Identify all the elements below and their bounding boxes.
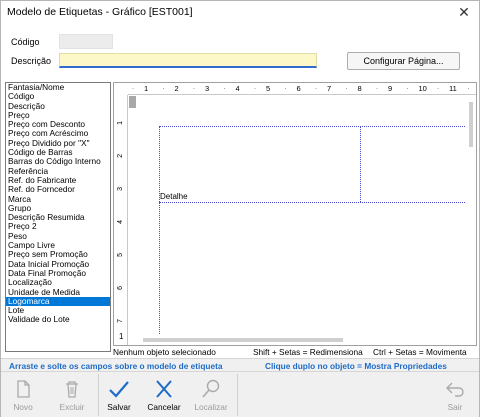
excluir-label: Excluir [59,402,85,412]
ruler-tick-label: 7 [117,319,124,323]
vertical-scrollbar[interactable] [466,96,476,324]
close-icon[interactable]: ✕ [455,3,473,21]
ruler-tick-label: 8 [357,84,362,93]
band-marker [129,96,136,108]
ruler-mark: · [406,86,409,92]
drag-hint: Arraste e solte os campos sobre o modelo… [9,361,223,371]
checkmark-icon [109,381,129,398]
cancel-x-icon [156,380,172,398]
dblclick-hint: Clique duplo no objeto = Mostra Propried… [265,361,447,371]
cancelar-label: Cancelar [147,402,181,412]
ruler-mark: · [467,86,470,92]
fields-list[interactable]: Fantasia/Nome Código Descrição Preço Preço c… [5,82,111,352]
band-bottom-line [159,202,476,203]
label-designer[interactable]: 1 2 3 4 5 6 7 8 9 10 11 · · · · · · · · · · · · 1 2 3 4 5 6 7 Detalh… [113,82,477,346]
codigo-label: Código [11,37,40,47]
label-column-line [360,126,361,202]
novo-label: Novo [13,402,33,412]
ruler-tick-label: 4 [117,220,124,224]
ruler-tick-label: 11 [449,84,457,93]
window-title: Modelo de Etiquetas - Gráfico [EST001] [7,6,193,18]
field-list-item[interactable]: Validade do Lote [6,315,110,325]
salvar-button[interactable]: Salvar [101,376,137,416]
ruler-mark: · [284,86,287,92]
hint-bar: Arraste e solte os campos sobre o modelo… [1,358,479,371]
ruler-mark: · [345,86,348,92]
configurar-pagina-button[interactable]: Configurar Página... [347,52,460,70]
label-left-line [159,126,160,345]
ruler-corner [114,83,128,95]
status-bar: Nenhum objeto selecionado Shift + Setas … [5,345,477,358]
ruler-tick-label: 5 [117,253,124,257]
ruler-mark: · [254,86,256,92]
ruler-tick-label: 3 [117,187,124,191]
ruler-mark: · [223,86,226,92]
ruler-tick-label: 2 [117,154,124,158]
horizontal-scroll-thumb[interactable] [143,338,343,342]
title-bar: Modelo de Etiquetas - Gráfico [EST001] ✕ [1,1,479,23]
label-model-window: Modelo de Etiquetas - Gráfico [EST001] ✕… [0,0,480,417]
ruler-tick-label: 6 [117,286,124,290]
trash-icon [66,381,78,398]
localizar-button[interactable]: Localizar [193,376,229,416]
search-icon [202,379,220,398]
ruler-tick-label: 6 [296,84,301,93]
detalhe-band-label[interactable]: Detalhe [160,192,188,201]
ruler-mark: · [376,86,378,92]
ruler-mark: · [193,86,195,92]
ruler-mark: · [162,86,165,92]
new-document-icon [17,380,30,398]
ruler-tick-label: 9 [388,84,393,93]
ruler-tick-label: 4 [235,84,240,93]
ruler-tick-label: 3 [205,84,210,93]
ruler-tick-label: 1 [144,84,149,93]
novo-button[interactable]: Novo [5,376,41,416]
ruler-tick-label: 1 [117,121,124,125]
shift-hint: Shift + Setas = Redimensiona [253,347,363,357]
vertical-ruler: 1 2 3 4 5 6 7 [114,95,128,345]
cancelar-button[interactable]: Cancelar [146,376,182,416]
toolbar-separator [98,374,99,416]
horizontal-scrollbar[interactable] [129,335,467,345]
codigo-field[interactable] [59,34,113,49]
toolbar-separator [237,374,238,416]
exit-arrow-icon [446,382,464,397]
label-canvas[interactable]: Detalhe [129,96,476,345]
band-top-line [159,126,476,127]
descricao-label: Descrição [11,56,52,66]
sair-button[interactable]: Sair [437,376,473,416]
sair-label: Sair [447,402,463,412]
ruler-tick-label: 10 [418,84,427,93]
salvar-label: Salvar [107,402,131,412]
localizar-label: Localizar [194,402,228,412]
bottom-toolbar: Novo Excluir Salvar Cancelar Localizar S… [1,371,479,417]
ruler-tick-label: 2 [174,84,179,93]
ctrl-hint: Ctrl + Setas = Movimenta [373,347,467,357]
selection-status: Nenhum objeto selecionado [113,347,216,357]
ruler-mark: · [315,86,317,92]
horizontal-ruler: 1 2 3 4 5 6 7 8 9 10 11 · · · · · · · · · · · · [128,83,476,95]
page-number: 1 [119,332,124,341]
ruler-mark: · [437,86,439,92]
vertical-scroll-thumb[interactable] [469,102,473,147]
descricao-field[interactable] [59,53,317,68]
ruler-tick-label: 7 [327,84,332,93]
ruler-mark: · [132,86,134,92]
ruler-tick-label: 5 [266,84,271,93]
excluir-button[interactable]: Excluir [54,376,90,416]
